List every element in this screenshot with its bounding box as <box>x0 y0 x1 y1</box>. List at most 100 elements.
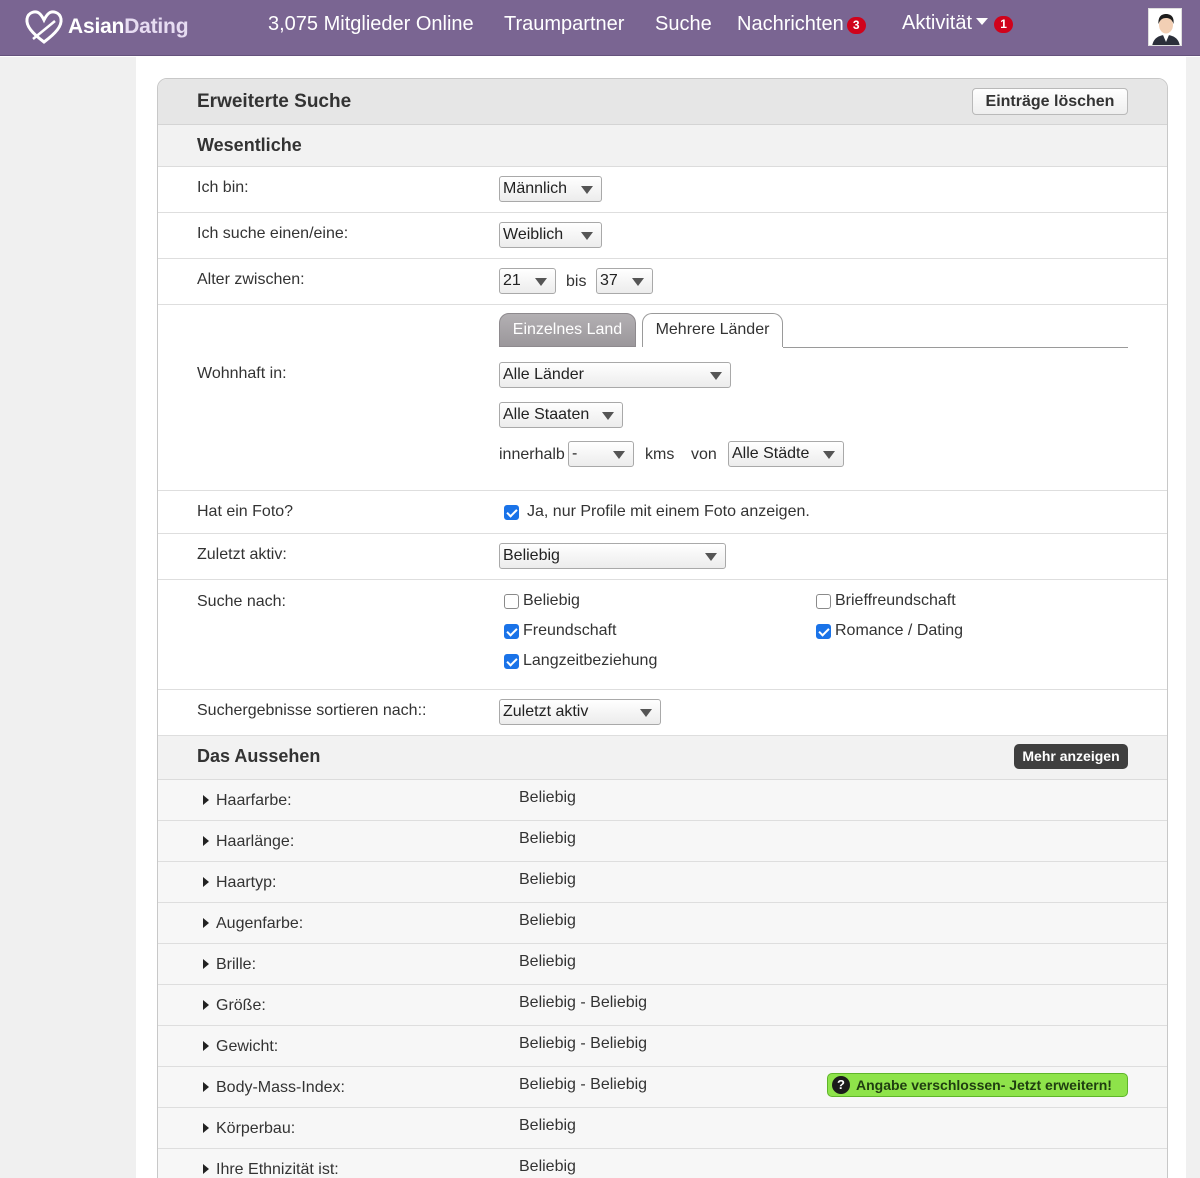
appearance-row-hair-length[interactable]: Haarlänge: Beliebig <box>158 821 1167 862</box>
residence-tabs: Einzelnes Land Mehrere Länder <box>499 313 1129 349</box>
appearance-row-body-type[interactable]: Körperbau: Beliebig <box>158 1108 1167 1149</box>
appearance-row-glasses[interactable]: Brille: Beliebig <box>158 944 1167 985</box>
appearance-row-ethnicity[interactable]: Ihre Ethnizität ist: Beliebig <box>158 1149 1167 1178</box>
nav-activity[interactable]: Aktivität 1 <box>902 12 1014 35</box>
question-mark-icon: ? <box>832 1076 850 1094</box>
logo-text-part-b: Dating <box>124 15 189 38</box>
seeking-select[interactable]: Weiblich <box>499 222 602 248</box>
distance-select[interactable]: - <box>568 441 634 467</box>
residence-label: Wohnhaft in: <box>197 365 287 382</box>
distance-select-value: - <box>572 445 578 462</box>
nav-activity-label: Aktivität <box>902 12 973 34</box>
expand-triangle-icon <box>203 1000 209 1010</box>
show-more-button[interactable]: Mehr anzeigen <box>1014 744 1128 769</box>
left-gutter <box>0 57 136 1178</box>
search-for-any-label: Beliebig <box>523 592 580 609</box>
site-logo-text: AsianDating <box>68 15 189 39</box>
seeking-row: Ich suche einen/eine: Weiblich <box>158 213 1167 259</box>
page-title: Erweiterte Suche <box>197 91 352 112</box>
dropdown-arrow-icon <box>705 553 717 561</box>
age-from-select[interactable]: 21 <box>499 268 556 294</box>
gender-select-value: Männlich <box>503 180 568 197</box>
expand-triangle-icon <box>203 836 209 846</box>
appearance-row-hair-color[interactable]: Haarfarbe: Beliebig <box>158 780 1167 821</box>
locked-upgrade-button[interactable]: ? Angabe verschlossen- Jetzt erweitern! <box>827 1073 1128 1097</box>
search-for-friendship-checkbox[interactable] <box>504 624 519 639</box>
age-between-text: bis <box>566 273 587 290</box>
gender-row: Ich bin: Männlich <box>158 167 1167 213</box>
age-to-select[interactable]: 37 <box>596 268 653 294</box>
appearance-section-header: Das Aussehen Mehr anzeigen <box>158 736 1167 780</box>
country-select-value: Alle Länder <box>503 366 584 383</box>
appearance-row-label: Körperbau: <box>216 1120 296 1137</box>
dropdown-arrow-icon <box>710 372 722 380</box>
nav-dream-partner[interactable]: Traumpartner <box>504 13 624 36</box>
appearance-row-value: Beliebig <box>519 953 576 970</box>
appearance-row-label: Body-Mass-Index: <box>216 1079 345 1096</box>
city-select[interactable]: Alle Städte <box>728 441 844 467</box>
site-logo[interactable]: AsianDating <box>24 8 189 46</box>
last-active-row: Zuletzt aktiv: Beliebig <box>158 534 1167 580</box>
appearance-row-label: Ihre Ethnizität ist: <box>216 1161 339 1178</box>
last-active-select[interactable]: Beliebig <box>499 543 726 569</box>
clear-entries-button[interactable]: Einträge löschen <box>972 88 1128 115</box>
search-for-longterm-checkbox[interactable] <box>504 654 519 669</box>
appearance-row-label: Brille: <box>216 956 257 973</box>
search-for-penpal-label: Brieffreundschaft <box>835 592 956 609</box>
top-navigation-bar: AsianDating 3,075 Mitglieder Online Trau… <box>0 0 1200 56</box>
appearance-row-hair-type[interactable]: Haartyp: Beliebig <box>158 862 1167 903</box>
search-for-longterm-label: Langzeitbeziehung <box>523 652 658 669</box>
search-for-any-checkbox[interactable] <box>504 594 519 609</box>
dropdown-arrow-icon <box>632 278 644 286</box>
appearance-row-eye-color[interactable]: Augenfarbe: Beliebig <box>158 903 1167 944</box>
appearance-row-weight[interactable]: Gewicht: Beliebig - Beliebig <box>158 1026 1167 1067</box>
expand-triangle-icon <box>203 795 209 805</box>
dropdown-arrow-icon <box>602 412 614 420</box>
essentials-section-title: Wesentliche <box>197 135 302 155</box>
appearance-row-label: Haartyp: <box>216 874 277 891</box>
user-avatar[interactable] <box>1148 8 1182 46</box>
dropdown-arrow-icon <box>581 232 593 240</box>
sort-label: Suchergebnisse sortieren nach:: <box>197 702 427 719</box>
sort-row: Suchergebnisse sortieren nach:: Zuletzt … <box>158 690 1167 736</box>
logo-text-part-a: Asian <box>68 15 125 38</box>
gender-label: Ich bin: <box>197 179 249 196</box>
expand-triangle-icon <box>203 1164 209 1174</box>
seeking-select-value: Weiblich <box>503 226 564 243</box>
distance-unit: kms <box>645 446 675 463</box>
heart-logo-icon <box>25 10 63 44</box>
nav-messages[interactable]: Nachrichten 3 <box>737 13 866 36</box>
nav-search[interactable]: Suche <box>655 13 712 36</box>
appearance-row-value: Beliebig <box>519 871 576 888</box>
country-select[interactable]: Alle Länder <box>499 362 731 388</box>
appearance-row-bmi[interactable]: Body-Mass-Index: Beliebig - Beliebig ? A… <box>158 1067 1167 1108</box>
search-for-romance-checkbox[interactable] <box>816 624 831 639</box>
panel-header: Erweiterte Suche Einträge löschen <box>158 79 1167 125</box>
tab-multiple-countries[interactable]: Mehrere Länder <box>642 313 783 347</box>
appearance-row-value: Beliebig <box>519 830 576 847</box>
expand-triangle-icon <box>203 877 209 887</box>
age-row: Alter zwischen: 21 bis 37 <box>158 259 1167 305</box>
appearance-row-label: Haarlänge: <box>216 833 295 850</box>
within-label: innerhalb <box>499 446 565 463</box>
advanced-search-panel: Erweiterte Suche Einträge löschen Wesent… <box>157 78 1168 1178</box>
state-select-value: Alle Staaten <box>503 406 590 423</box>
seeking-label: Ich suche einen/eine: <box>197 225 349 242</box>
tab-single-country[interactable]: Einzelnes Land <box>499 313 636 347</box>
user-avatar-icon <box>1149 9 1181 45</box>
state-select[interactable]: Alle Staaten <box>499 402 623 428</box>
search-for-penpal-checkbox[interactable] <box>816 594 831 609</box>
appearance-row-value: Beliebig <box>519 1158 576 1175</box>
appearance-row-value: Beliebig - Beliebig <box>519 1035 648 1052</box>
activity-count-badge: 1 <box>994 16 1014 34</box>
expand-triangle-icon <box>203 1082 209 1092</box>
gender-select[interactable]: Männlich <box>499 176 602 202</box>
photo-row: Hat ein Foto? Ja, nur Profile mit einem … <box>158 491 1167 534</box>
appearance-row-height[interactable]: Größe: Beliebig - Beliebig <box>158 985 1167 1026</box>
last-active-label: Zuletzt aktiv: <box>197 546 287 563</box>
sort-select[interactable]: Zuletzt aktiv <box>499 699 661 725</box>
photo-only-checkbox[interactable] <box>504 505 519 520</box>
nav-online-members[interactable]: 3,075 Mitglieder Online <box>268 13 474 36</box>
dropdown-arrow-icon <box>535 278 547 286</box>
photo-label: Hat ein Foto? <box>197 503 294 520</box>
